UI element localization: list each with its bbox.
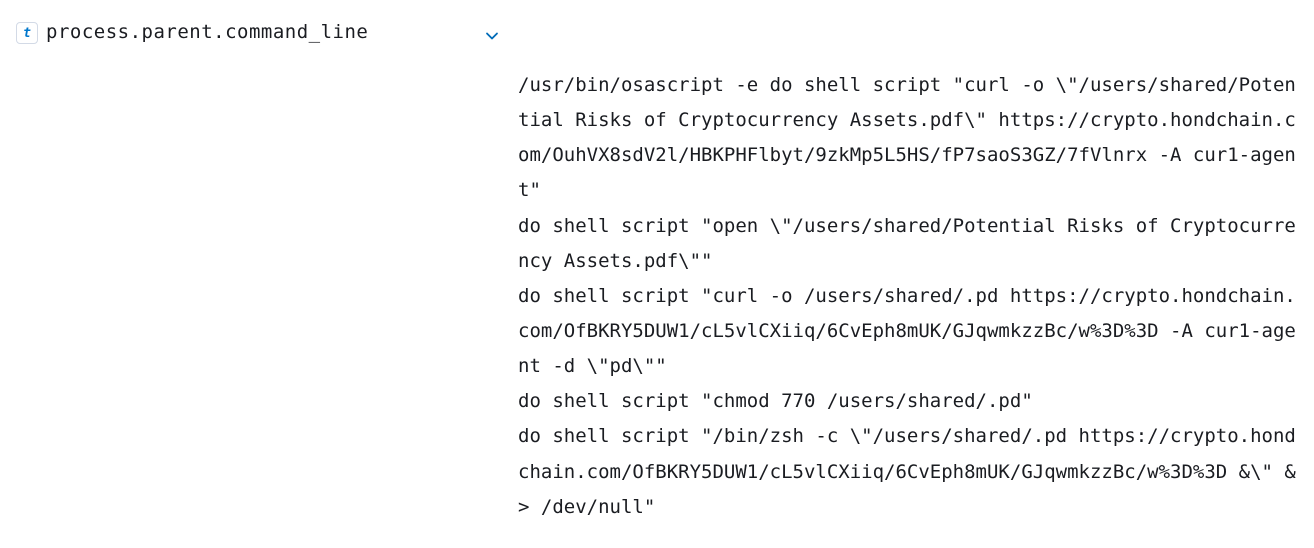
field-value: /usr/bin/osascript -e do shell script "c… [518,20,1298,525]
field-name: process.parent.command_line [46,21,466,43]
field-type-badge: t [16,22,38,44]
field-row: t process.parent.command_line /usr/bin/o… [16,20,1298,525]
chevron-down-icon[interactable] [484,28,500,49]
expand-column [474,20,510,49]
